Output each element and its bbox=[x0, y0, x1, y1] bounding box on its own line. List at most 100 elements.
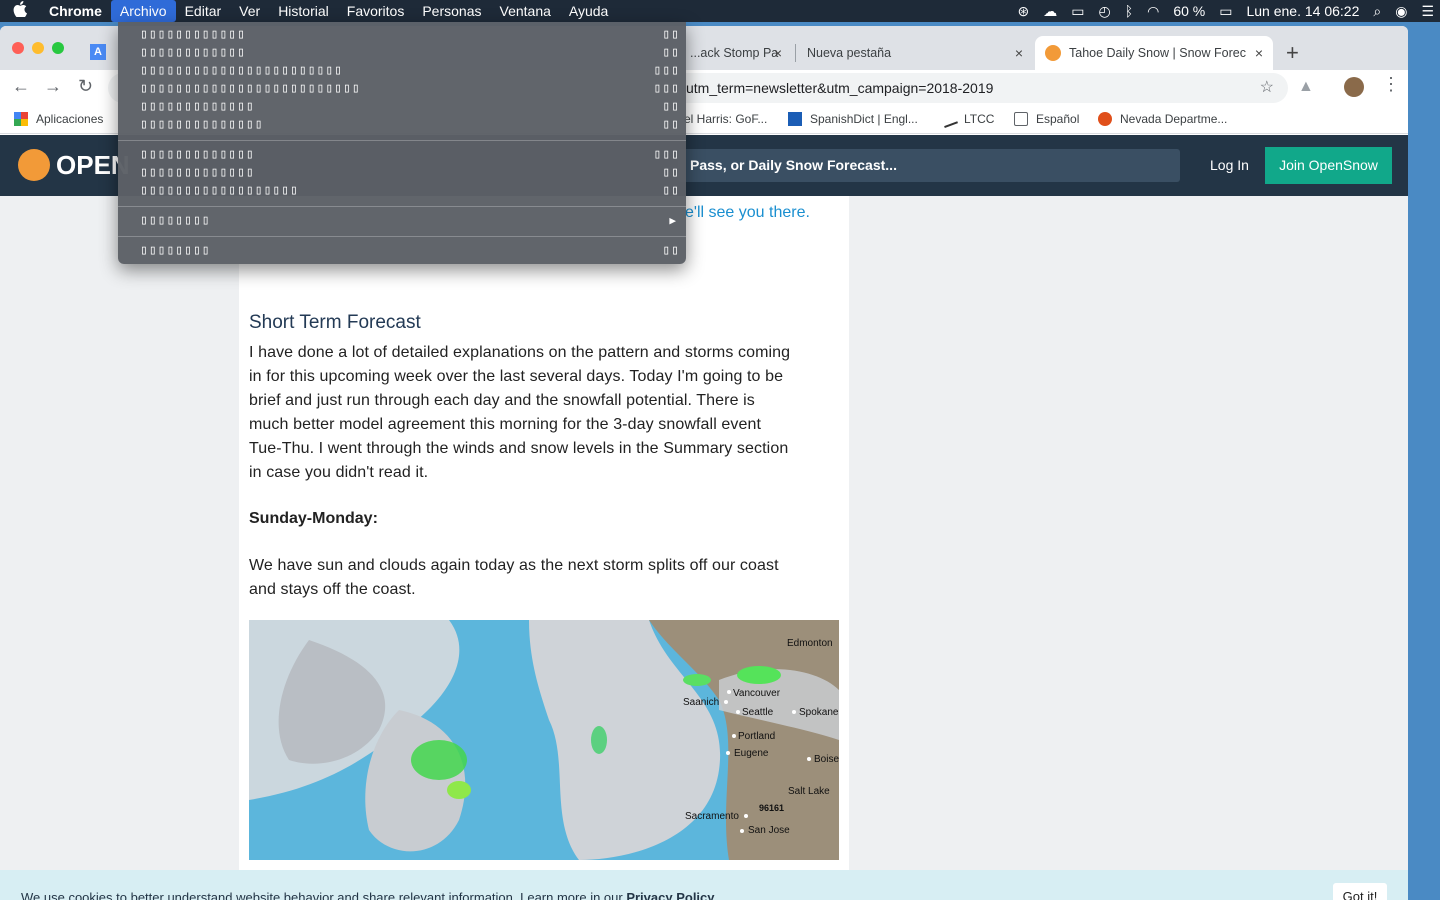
text-line: in case you didn't read it. bbox=[249, 464, 429, 481]
menu-shortcut: ▯▯ bbox=[662, 243, 680, 258]
minimize-window-button[interactable] bbox=[32, 42, 44, 54]
tab-close-icon[interactable]: × bbox=[1255, 45, 1263, 61]
paragraph-2: We have sun and clouds again today as th… bbox=[249, 554, 841, 602]
tab-label: ...ack Stomp Pa bbox=[690, 46, 779, 60]
apps-grid-icon bbox=[14, 112, 28, 126]
cookie-accept-button[interactable]: Got it! bbox=[1333, 883, 1387, 900]
cloud-upload-icon[interactable]: ☁ bbox=[1043, 3, 1057, 20]
map-label: Sacramento bbox=[685, 811, 739, 822]
text-line: Tue-Thu. I went through the winds and sn… bbox=[249, 440, 789, 457]
notification-center-icon[interactable]: ☰ bbox=[1421, 3, 1434, 20]
close-window-button[interactable] bbox=[12, 42, 24, 54]
menu-archivo[interactable]: Archivo bbox=[110, 0, 176, 22]
bookmark-ltcc[interactable]: LTCC bbox=[940, 110, 995, 128]
map-label: 96161 bbox=[759, 803, 785, 813]
opensnow-logo-icon bbox=[18, 149, 50, 181]
map-label: Vancouver bbox=[733, 688, 781, 699]
submenu-item[interactable]: ▯▯▯▯▯▯▯▯ bbox=[140, 212, 211, 230]
spotlight-search-icon[interactable]: ⌕ bbox=[1373, 3, 1381, 20]
archivo-dropdown-menu: ▯▯▯▯▯▯▯▯▯▯▯▯ ▯▯ ▯▯▯▯▯▯▯▯▯▯▯▯ ▯▯ ▯▯▯▯▯▯▯▯… bbox=[118, 22, 686, 264]
url-text[interactable]: utm_term=newsletter&utm_campaign=2018-20… bbox=[686, 80, 993, 96]
cookie-text: We use cookies to better understand webs… bbox=[21, 890, 718, 900]
menu-item[interactable]: ▯▯▯▯▯▯▯▯▯▯▯▯▯ bbox=[140, 164, 255, 182]
menu-shortcut: ▯▯▯ bbox=[653, 147, 680, 162]
bookmark-harris[interactable]: el Harris: GoF... bbox=[684, 112, 767, 126]
menu-chrome[interactable]: Chrome bbox=[40, 0, 111, 22]
top-link[interactable]: e'll see you there. bbox=[685, 204, 810, 222]
wifi-icon[interactable]: ◠ bbox=[1147, 3, 1159, 20]
menu-item[interactable]: ▯▯▯▯▯▯▯▯▯▯▯▯▯▯▯▯▯▯▯▯▯▯▯▯▯ bbox=[140, 80, 361, 98]
menu-item[interactable]: ▯▯▯▯▯▯▯▯▯▯▯▯▯▯▯▯▯▯ bbox=[140, 182, 299, 200]
menu-item[interactable]: ▯▯▯▯▯▯▯▯▯▯▯▯▯▯▯▯▯▯▯▯▯▯▯ bbox=[140, 62, 343, 80]
tab-close-icon[interactable]: × bbox=[1015, 45, 1023, 61]
site-search-input[interactable]: Pass, or Daily Snow Forecast... bbox=[678, 149, 1180, 182]
text-line: much better model agreement this morning… bbox=[249, 416, 762, 433]
bookmark-aplicaciones[interactable]: Aplicaciones bbox=[14, 112, 103, 126]
forward-arrow-icon[interactable]: → bbox=[44, 76, 62, 97]
menu-shortcut: ▯▯ bbox=[662, 183, 680, 198]
bookmark-star-icon[interactable]: ☆ bbox=[1260, 73, 1274, 103]
bookmark-espanol[interactable]: Español bbox=[1014, 112, 1079, 126]
reload-icon[interactable]: ↻ bbox=[78, 76, 93, 97]
cookie-period: . bbox=[714, 890, 719, 900]
tab-nueva-pestana[interactable]: Nueva pestaña × bbox=[797, 36, 1033, 70]
tab-tahoe-daily-snow[interactable]: Tahoe Daily Snow | Snow Forec × bbox=[1035, 36, 1273, 70]
creative-cloud-icon[interactable]: ⊛ bbox=[1018, 3, 1030, 20]
map-label: Edmonton bbox=[787, 638, 833, 649]
back-arrow-icon[interactable]: ← bbox=[12, 76, 30, 97]
tab-stomp[interactable]: ...ack Stomp Pa × bbox=[680, 36, 792, 70]
subheading: Sunday-Monday: bbox=[249, 510, 378, 527]
google-drive-extension-icon[interactable]: ▲ bbox=[1298, 78, 1314, 96]
folder-icon bbox=[1014, 112, 1028, 126]
map-label: Eugene bbox=[734, 748, 769, 759]
apple-menu-icon[interactable] bbox=[0, 0, 40, 22]
menu-divider bbox=[118, 140, 686, 141]
menu-ver[interactable]: Ver bbox=[230, 0, 269, 22]
profile-avatar[interactable] bbox=[1344, 77, 1364, 97]
text-line: I have done a lot of detailed explanatio… bbox=[249, 344, 791, 361]
tab-label: Nueva pestaña bbox=[807, 46, 892, 60]
battery-icon[interactable]: ▭ bbox=[1219, 3, 1232, 20]
tab-label: Tahoe Daily Snow | Snow Forec bbox=[1069, 46, 1246, 60]
battery-percent[interactable]: 60 % bbox=[1173, 3, 1205, 19]
tab-close-icon[interactable]: × bbox=[774, 45, 782, 61]
menu-shortcut: ▯▯ bbox=[662, 117, 680, 132]
bluetooth-icon[interactable]: ᛒ bbox=[1125, 3, 1133, 19]
login-link[interactable]: Log In bbox=[1210, 157, 1249, 173]
clock[interactable]: Lun ene. 14 06:22 bbox=[1246, 3, 1359, 19]
menu-item[interactable]: ▯▯▯▯▯▯▯▯▯▯▯▯▯ bbox=[140, 146, 255, 164]
bookmark-label: SpanishDict | Engl... bbox=[810, 112, 918, 126]
time-machine-icon[interactable]: ◴ bbox=[1098, 3, 1110, 20]
new-tab-plus-icon[interactable]: + bbox=[1286, 40, 1299, 66]
airplay-icon[interactable]: ▭ bbox=[1071, 3, 1084, 20]
bookmark-spanishdict[interactable]: SpanishDict | Engl... bbox=[788, 112, 918, 126]
menu-personas[interactable]: Personas bbox=[413, 0, 490, 22]
cookie-message: We use cookies to better understand webs… bbox=[21, 890, 627, 900]
ltcc-icon bbox=[940, 110, 958, 128]
menu-item[interactable]: ▯▯▯▯▯▯▯▯▯▯▯▯▯▯ bbox=[140, 116, 264, 134]
map-label: Seattle bbox=[742, 707, 774, 718]
menu-ventana[interactable]: Ventana bbox=[491, 0, 560, 22]
spanishdict-icon bbox=[788, 112, 802, 126]
zoom-window-button[interactable] bbox=[52, 42, 64, 54]
tab-favicon-icon: A bbox=[90, 44, 106, 60]
section-heading: Short Term Forecast bbox=[249, 312, 421, 333]
bookmark-nevada[interactable]: Nevada Departme... bbox=[1098, 112, 1227, 126]
menu-editar[interactable]: Editar bbox=[176, 0, 231, 22]
join-button[interactable]: Join OpenSnow bbox=[1265, 147, 1392, 184]
menu-divider bbox=[118, 206, 686, 207]
menu-item[interactable]: ▯▯▯▯▯▯▯▯▯▯▯▯ bbox=[140, 44, 246, 62]
menu-historial[interactable]: Historial bbox=[269, 0, 338, 22]
chrome-menu-kebab-icon[interactable]: ⋮ bbox=[1382, 74, 1400, 95]
siri-icon[interactable]: ◉ bbox=[1395, 3, 1407, 20]
menu-ayuda[interactable]: Ayuda bbox=[560, 0, 617, 22]
map-label: Salt Lake bbox=[788, 786, 830, 797]
opensnow-logo[interactable]: OPEN bbox=[18, 149, 130, 181]
menu-item[interactable]: ▯▯▯▯▯▯▯▯ bbox=[140, 242, 211, 260]
bookmark-label: LTCC bbox=[964, 112, 995, 126]
menu-item[interactable]: ▯▯▯▯▯▯▯▯▯▯▯▯▯ bbox=[140, 98, 255, 116]
status-area: ⊛ ☁ ▭ ◴ ᛒ ◠ 60 % ▭ Lun ene. 14 06:22 ⌕ ◉… bbox=[1018, 0, 1434, 22]
menu-favoritos[interactable]: Favoritos bbox=[338, 0, 414, 22]
privacy-policy-link[interactable]: Privacy Policy bbox=[626, 890, 714, 900]
menu-item[interactable]: ▯▯▯▯▯▯▯▯▯▯▯▯ bbox=[140, 26, 246, 44]
